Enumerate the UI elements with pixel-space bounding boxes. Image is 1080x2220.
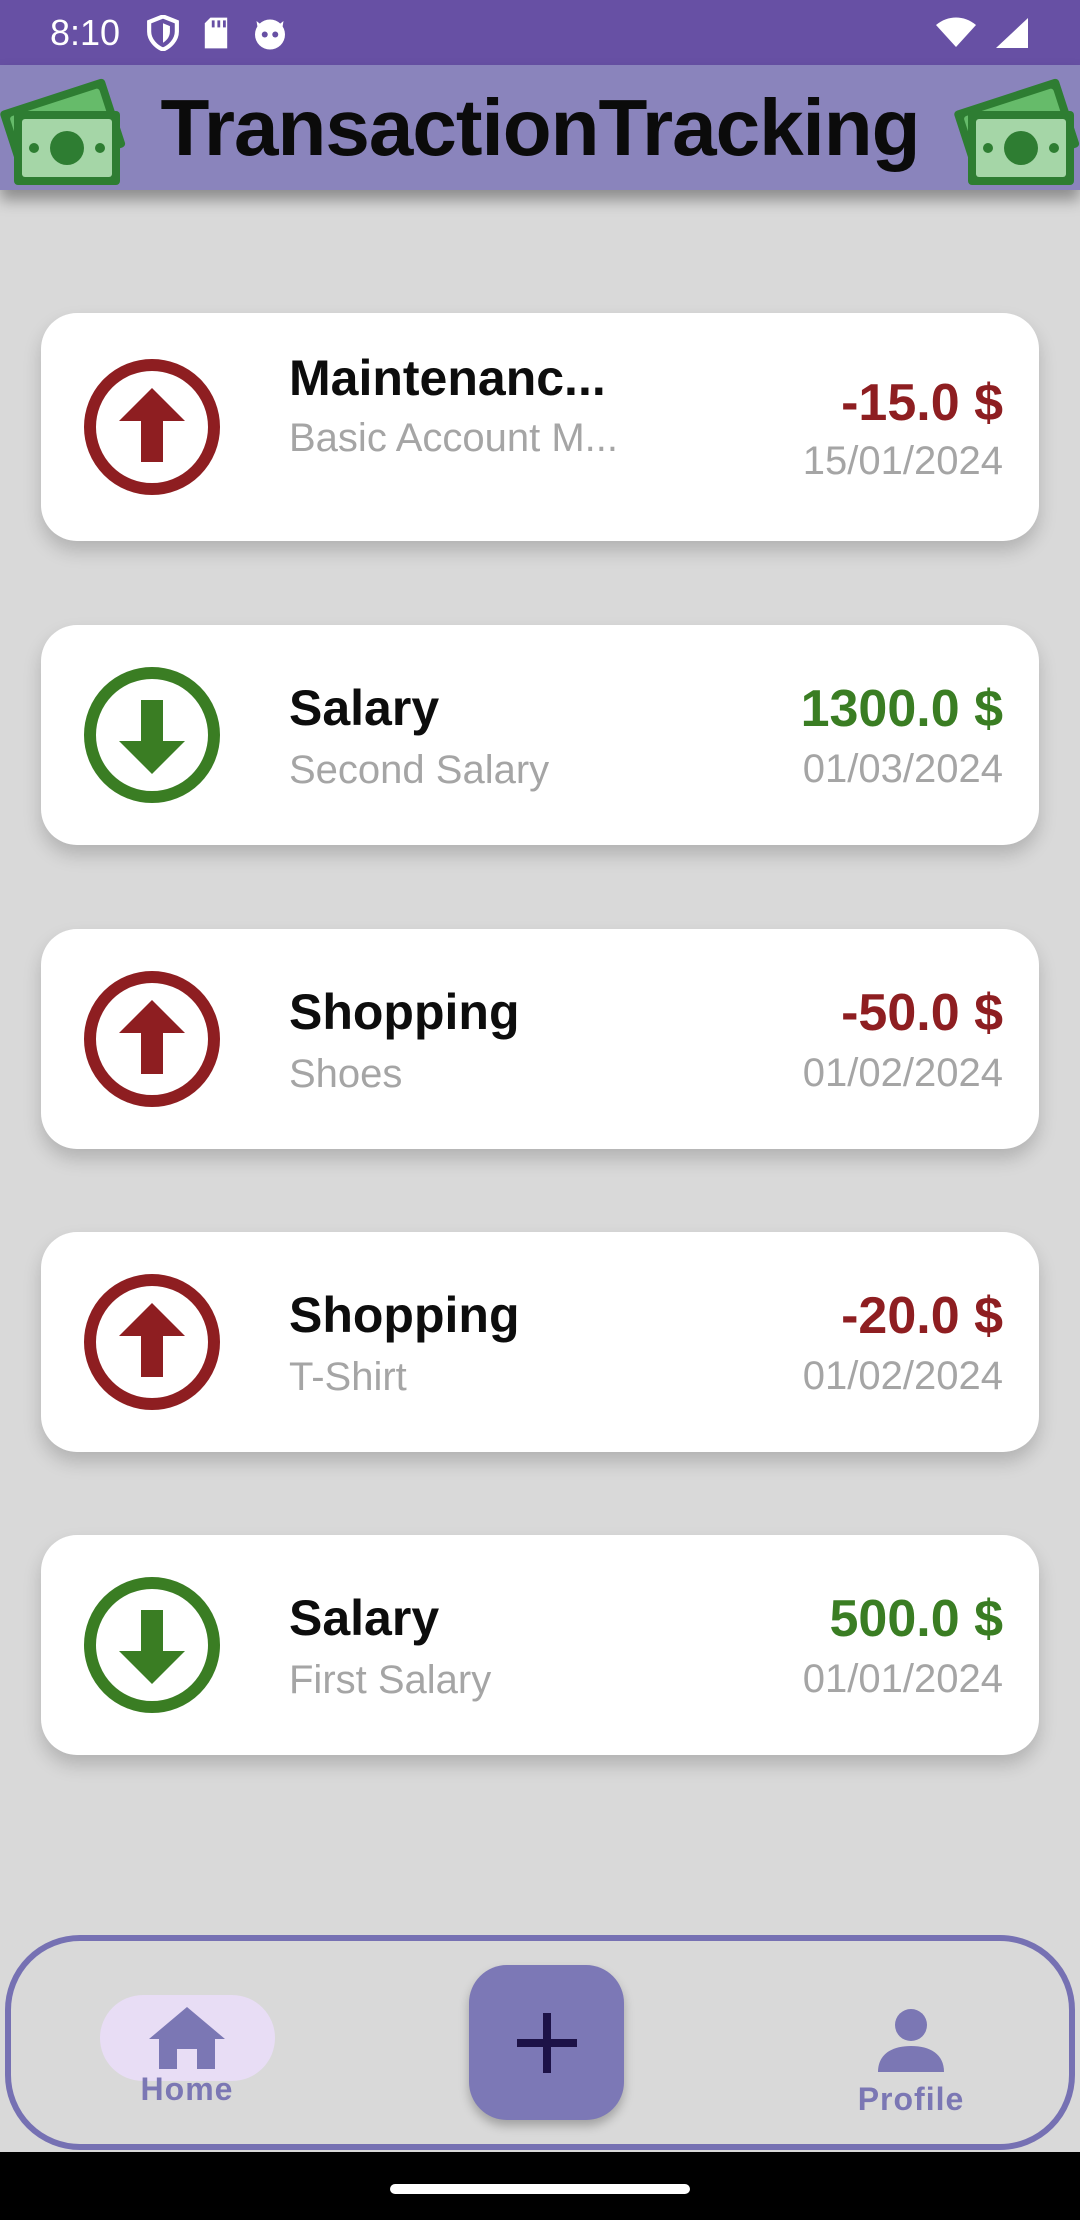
transaction-date: 15/01/2024 (802, 439, 1003, 483)
arrow-up-circle-icon (84, 971, 220, 1107)
gesture-handle[interactable] (390, 2184, 690, 2194)
arrow-up-circle-icon (84, 1274, 220, 1410)
transaction-amount: 500.0 $ (829, 1590, 1004, 1648)
transaction-description-text: Basic Account M... (289, 416, 619, 460)
transaction-amount: -20.0 $ (841, 1287, 1003, 1345)
arrow-up-circle-icon (84, 359, 220, 495)
transaction-card[interactable]: Salary Second Salary 1300.0 $ 01/03/2024 (41, 625, 1039, 845)
system-gesture-bar (0, 2152, 1080, 2220)
money-bill-icon (0, 78, 126, 185)
status-time: 8:10 (50, 11, 121, 53)
transaction-description: Basic Account M... (289, 415, 619, 462)
nav-home-button[interactable]: Home (97, 1995, 277, 2108)
signal-icon (996, 17, 1028, 48)
sd-card-icon (204, 17, 228, 48)
bottom-navigation: Home Profile (5, 1935, 1075, 2150)
transaction-category: Shopping (289, 984, 520, 1040)
arrow-down-circle-icon (84, 667, 220, 803)
nav-home-label: Home (140, 2071, 234, 2107)
transaction-date: 01/03/2024 (802, 747, 1003, 791)
transaction-amount: -50.0 $ (841, 984, 1003, 1042)
person-icon (878, 2009, 944, 2072)
transaction-card[interactable]: Shopping Shoes -50.0 $ 01/02/2024 (41, 929, 1039, 1149)
money-bill-icon (954, 78, 1080, 185)
nav-home-indicator (99, 1995, 275, 2081)
transaction-card[interactable]: Shopping T-Shirt -20.0 $ 01/02/2024 (41, 1232, 1039, 1452)
app-title: TransactionTracking (160, 82, 920, 172)
status-bar: 8:10 (0, 0, 1080, 65)
arrow-down-circle-icon (84, 1577, 220, 1713)
transaction-category: Salary (289, 680, 440, 736)
wifi-icon (936, 17, 976, 47)
app-bar: TransactionTracking (0, 65, 1080, 190)
transaction-amount: -15.0 $ (841, 374, 1003, 432)
transaction-amount: 1300.0 $ (800, 680, 1003, 738)
transaction-card[interactable]: Maintenanc... Basic Account M... -15.0 $… (41, 313, 1039, 541)
shield-icon (147, 14, 180, 51)
transaction-description: Second Salary (289, 748, 550, 792)
transaction-date: 01/01/2024 (802, 1657, 1003, 1701)
transaction-category: Maintenanc... (289, 350, 606, 406)
transaction-date: 01/02/2024 (802, 1051, 1003, 1095)
transaction-description: T-Shirt (289, 1355, 407, 1399)
add-transaction-button[interactable] (469, 1965, 624, 2120)
transaction-category: Salary (289, 1590, 440, 1646)
plus-icon (516, 2012, 577, 2073)
transaction-description: Shoes (289, 1052, 403, 1096)
transaction-date: 01/02/2024 (802, 1354, 1003, 1398)
nav-profile-label: Profile (857, 2081, 965, 2117)
transaction-category: Shopping (289, 1287, 520, 1343)
transaction-description: First Salary (289, 1658, 492, 1702)
home-icon (149, 2007, 225, 2069)
transaction-card[interactable]: Salary First Salary 500.0 $ 01/01/2024 (41, 1535, 1039, 1755)
nav-profile-button[interactable]: Profile (821, 2001, 1001, 2118)
cat-face-icon (255, 19, 286, 49)
